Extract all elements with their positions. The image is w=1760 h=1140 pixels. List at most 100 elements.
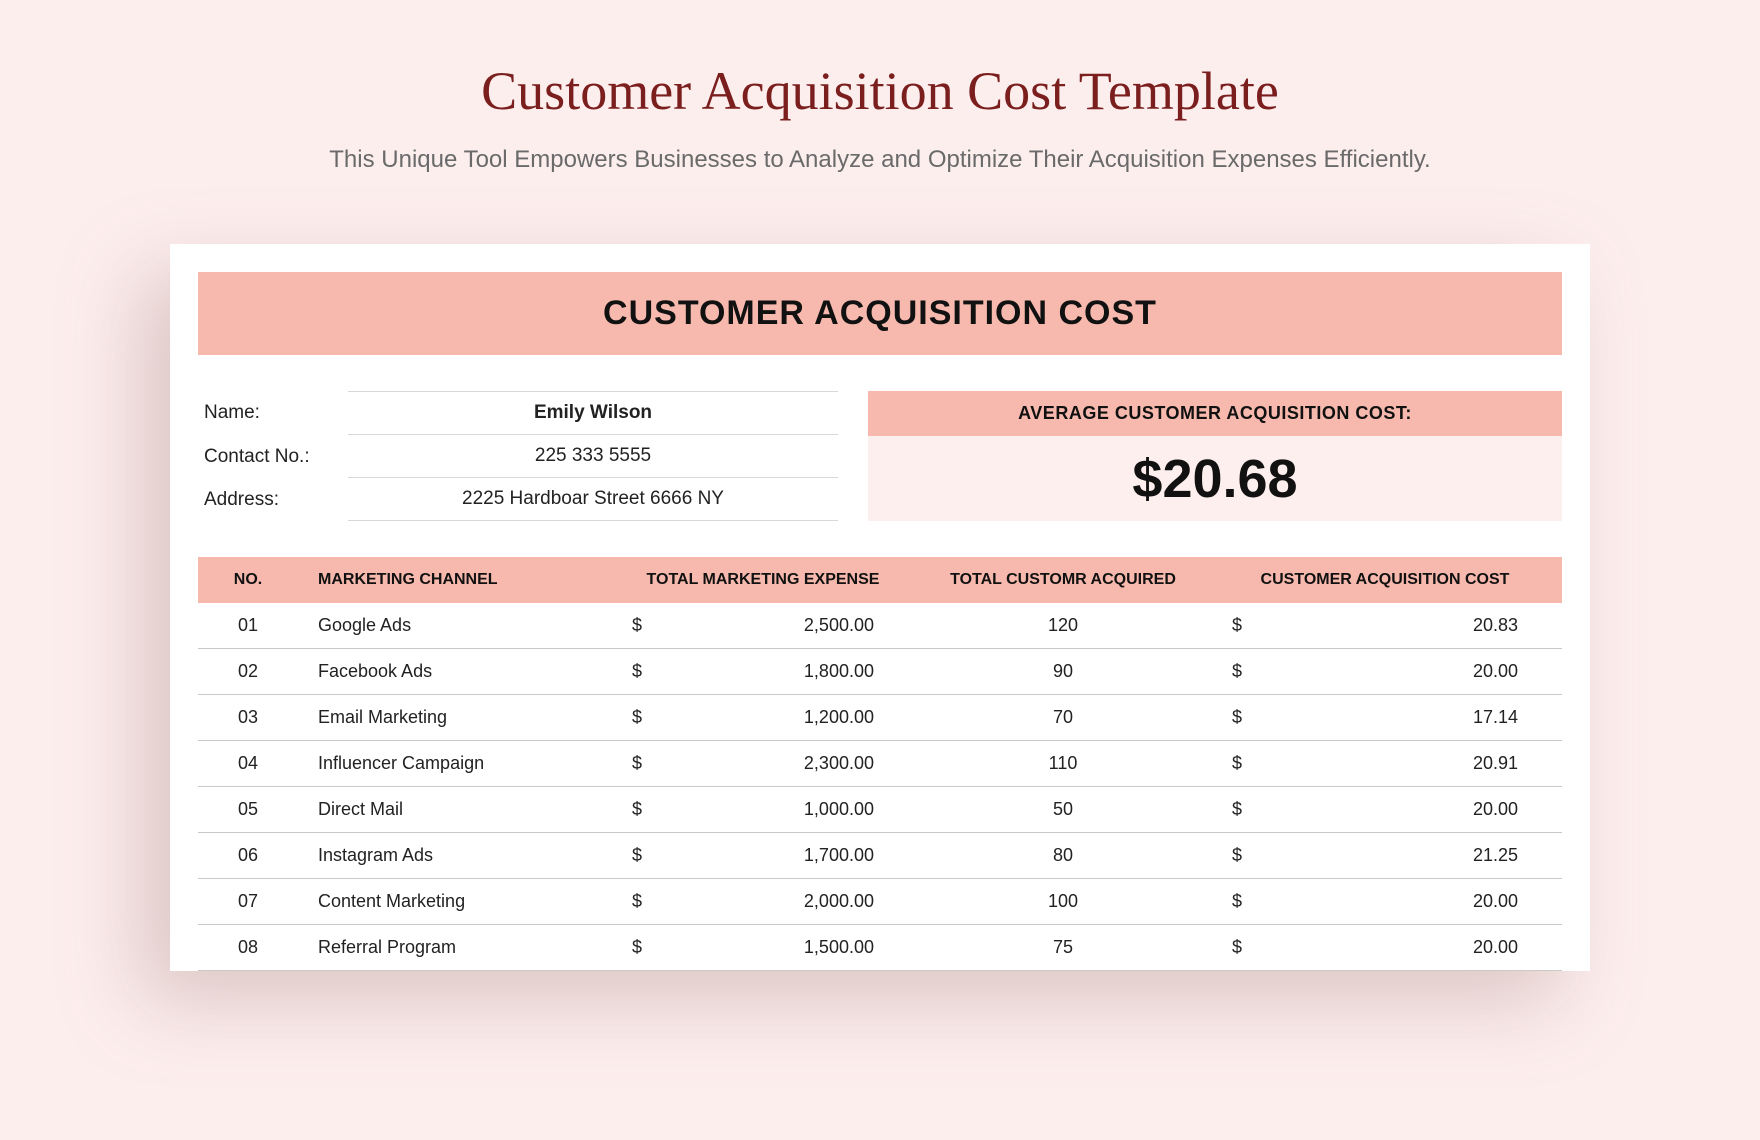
cell-channel: Direct Mail — [298, 787, 608, 832]
expense-amount: 2,300.00 — [804, 753, 874, 774]
table-row: 06Instagram Ads$1,700.0080$21.25 — [198, 833, 1562, 879]
currency-symbol: $ — [632, 707, 642, 728]
col-header-acquired: TOTAL CUSTOMR ACQUIRED — [918, 557, 1208, 603]
cell-expense: $1,500.00 — [608, 925, 918, 970]
cac-amount: 21.25 — [1473, 845, 1518, 866]
avg-body: $20.68 — [868, 436, 1562, 521]
cell-cac: $20.83 — [1208, 603, 1562, 648]
info-row: Name: Emily Wilson Contact No.: 225 333 … — [198, 391, 1562, 521]
cell-no: 03 — [198, 695, 298, 740]
document-wrap: CUSTOMER ACQUISITION COST Name: Emily Wi… — [170, 244, 1590, 971]
col-header-cac: CUSTOMER ACQUISITION COST — [1208, 557, 1562, 603]
cac-amount: 20.00 — [1473, 891, 1518, 912]
cell-acquired: 100 — [918, 879, 1208, 924]
currency-symbol: $ — [1232, 615, 1242, 636]
cell-expense: $1,200.00 — [608, 695, 918, 740]
cell-channel: Referral Program — [298, 925, 608, 970]
expense-amount: 1,700.00 — [804, 845, 874, 866]
table-row: 04Influencer Campaign$2,300.00110$20.91 — [198, 741, 1562, 787]
cell-acquired: 70 — [918, 695, 1208, 740]
currency-symbol: $ — [632, 891, 642, 912]
cell-cac: $20.00 — [1208, 879, 1562, 924]
table-row: 01Google Ads$2,500.00120$20.83 — [198, 603, 1562, 649]
cell-cac: $20.00 — [1208, 787, 1562, 832]
cell-expense: $1,800.00 — [608, 649, 918, 694]
currency-symbol: $ — [1232, 707, 1242, 728]
meta-address-row: Address: 2225 Hardboar Street 6666 NY — [198, 478, 838, 521]
meta-address-value: 2225 Hardboar Street 6666 NY — [348, 478, 838, 521]
cell-channel: Influencer Campaign — [298, 741, 608, 786]
cell-no: 05 — [198, 787, 298, 832]
cell-channel: Google Ads — [298, 603, 608, 648]
col-header-channel: MARKETING CHANNEL — [298, 557, 608, 603]
currency-symbol: $ — [1232, 753, 1242, 774]
expense-amount: 1,200.00 — [804, 707, 874, 728]
cell-no: 04 — [198, 741, 298, 786]
col-header-expense: TOTAL MARKETING EXPENSE — [608, 557, 918, 603]
avg-label: AVERAGE CUSTOMER ACQUISITION COST: — [868, 391, 1562, 436]
cac-amount: 20.91 — [1473, 753, 1518, 774]
table-header-row: NO. MARKETING CHANNEL TOTAL MARKETING EX… — [198, 557, 1562, 603]
currency-symbol: $ — [632, 799, 642, 820]
page-subtitle: This Unique Tool Empowers Businesses to … — [0, 146, 1760, 174]
avg-box: AVERAGE CUSTOMER ACQUISITION COST: $20.6… — [868, 391, 1562, 521]
page: Customer Acquisition Cost Template This … — [0, 0, 1760, 1140]
cell-expense: $1,000.00 — [608, 787, 918, 832]
currency-symbol: $ — [1232, 891, 1242, 912]
table-row: 03Email Marketing$1,200.0070$17.14 — [198, 695, 1562, 741]
currency-symbol: $ — [632, 845, 642, 866]
cell-acquired: 75 — [918, 925, 1208, 970]
table-body: 01Google Ads$2,500.00120$20.8302Facebook… — [198, 603, 1562, 971]
meta-box: Name: Emily Wilson Contact No.: 225 333 … — [198, 391, 838, 521]
expense-amount: 2,000.00 — [804, 891, 874, 912]
meta-name-label: Name: — [198, 392, 348, 434]
cac-table: NO. MARKETING CHANNEL TOTAL MARKETING EX… — [198, 557, 1562, 971]
col-header-no: NO. — [198, 557, 298, 603]
cell-cac: $17.14 — [1208, 695, 1562, 740]
cell-acquired: 120 — [918, 603, 1208, 648]
meta-name-value: Emily Wilson — [348, 391, 838, 435]
table-row: 02Facebook Ads$1,800.0090$20.00 — [198, 649, 1562, 695]
currency-symbol: $ — [632, 615, 642, 636]
meta-contact-label: Contact No.: — [198, 436, 348, 478]
cell-expense: $2,000.00 — [608, 879, 918, 924]
cell-no: 08 — [198, 925, 298, 970]
cell-channel: Email Marketing — [298, 695, 608, 740]
cac-amount: 17.14 — [1473, 707, 1518, 728]
avg-value: $20.68 — [1132, 448, 1297, 510]
cell-acquired: 50 — [918, 787, 1208, 832]
cell-expense: $2,300.00 — [608, 741, 918, 786]
cell-no: 07 — [198, 879, 298, 924]
document-title: CUSTOMER ACQUISITION COST — [603, 294, 1157, 332]
cell-acquired: 110 — [918, 741, 1208, 786]
meta-contact-value: 225 333 5555 — [348, 435, 838, 478]
table-row: 08Referral Program$1,500.0075$20.00 — [198, 925, 1562, 971]
cell-acquired: 80 — [918, 833, 1208, 878]
page-title: Customer Acquisition Cost Template — [0, 60, 1760, 122]
currency-symbol: $ — [1232, 845, 1242, 866]
currency-symbol: $ — [632, 937, 642, 958]
cac-amount: 20.00 — [1473, 799, 1518, 820]
currency-symbol: $ — [1232, 799, 1242, 820]
cac-amount: 20.00 — [1473, 937, 1518, 958]
cell-cac: $20.00 — [1208, 925, 1562, 970]
cac-amount: 20.00 — [1473, 661, 1518, 682]
expense-amount: 1,000.00 — [804, 799, 874, 820]
cell-channel: Instagram Ads — [298, 833, 608, 878]
cac-amount: 20.83 — [1473, 615, 1518, 636]
cell-no: 01 — [198, 603, 298, 648]
expense-amount: 1,800.00 — [804, 661, 874, 682]
cell-cac: $20.91 — [1208, 741, 1562, 786]
table-row: 07Content Marketing$2,000.00100$20.00 — [198, 879, 1562, 925]
cell-channel: Facebook Ads — [298, 649, 608, 694]
cell-expense: $1,700.00 — [608, 833, 918, 878]
currency-symbol: $ — [632, 753, 642, 774]
meta-contact-row: Contact No.: 225 333 5555 — [198, 435, 838, 478]
cell-channel: Content Marketing — [298, 879, 608, 924]
table-row: 05Direct Mail$1,000.0050$20.00 — [198, 787, 1562, 833]
expense-amount: 2,500.00 — [804, 615, 874, 636]
cell-no: 02 — [198, 649, 298, 694]
cell-acquired: 90 — [918, 649, 1208, 694]
currency-symbol: $ — [1232, 937, 1242, 958]
meta-address-label: Address: — [198, 479, 348, 521]
